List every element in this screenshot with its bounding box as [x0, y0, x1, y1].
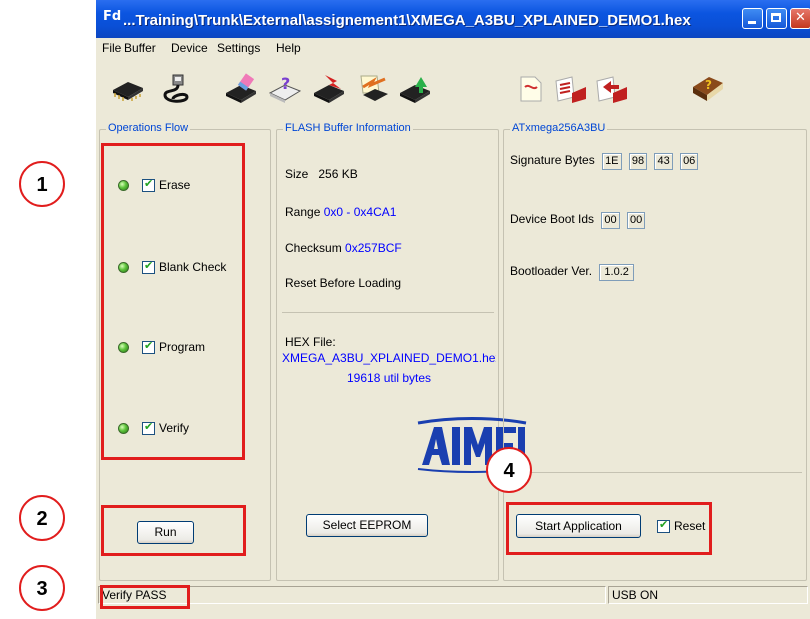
bootloader-row: Bootloader Ver. 1.0.2	[510, 264, 634, 281]
svg-text:?: ?	[281, 74, 290, 93]
menu-buffer[interactable]: Buffer	[124, 41, 156, 55]
signature-byte-field: 98	[628, 153, 648, 170]
load-file-icon[interactable]	[551, 72, 591, 106]
flash-divider	[282, 312, 494, 313]
blank-check-chip-icon[interactable]: ?	[266, 72, 306, 106]
boot-id-field: 00	[626, 212, 646, 229]
signature-byte-field: 1E	[602, 153, 622, 170]
flash-buffer-title: FLASH Buffer Information	[283, 122, 413, 134]
svg-text:?: ?	[705, 78, 712, 92]
boot-ids-label: Device Boot Ids	[510, 212, 595, 226]
help-book-icon[interactable]: ?	[688, 72, 728, 106]
annotation-callout-1: 1	[19, 161, 65, 207]
window-title: ...Training\Trunk\External\assignement1\…	[123, 12, 691, 29]
menu-help[interactable]: Help	[276, 41, 301, 55]
size-label: Size	[285, 167, 309, 181]
title-bar[interactable]: Fd ...Training\Trunk\External\assignemen…	[96, 0, 810, 38]
menu-device[interactable]: Device	[171, 41, 208, 55]
usb-cable-icon[interactable]	[156, 72, 196, 106]
signature-byte-field: 06	[680, 153, 699, 170]
erase-chip-icon[interactable]	[222, 72, 262, 106]
annotation-box-3	[100, 585, 190, 609]
hex-file-label: HEX File:	[285, 335, 336, 349]
device-title: ATxmega256A3BU	[510, 122, 608, 134]
size-value: 256 KB	[318, 167, 358, 181]
boot-ids-row: Device Boot Ids 00 00	[510, 212, 646, 229]
range-label: Range	[285, 205, 321, 219]
flash-checksum: Checksum 0x257BCF	[285, 241, 402, 255]
chip-icon[interactable]	[108, 72, 148, 106]
minimize-button[interactable]	[742, 8, 763, 29]
signature-bytes-label: Signature Bytes	[510, 153, 595, 167]
close-button[interactable]	[790, 8, 810, 29]
device-divider	[508, 472, 802, 473]
range-value: 0x0 - 0x4CA1	[323, 205, 397, 219]
annotation-callout-2: 2	[19, 495, 65, 541]
save-file-icon[interactable]	[592, 72, 632, 106]
select-eeprom-button[interactable]: Select EEPROM	[306, 514, 428, 537]
flash-size: Size 256 KB	[285, 167, 358, 181]
reset-before-loading-label: Reset Before Loading	[285, 276, 402, 290]
signature-bytes-row: Signature Bytes 1E 98 43 06	[510, 153, 699, 170]
util-bytes-value: 19618 util bytes	[347, 371, 432, 385]
usb-status: USB ON	[608, 586, 808, 604]
boot-id-field: 00	[601, 212, 620, 229]
maximize-button[interactable]	[766, 8, 787, 29]
menu-bar: File Buffer Device Settings Help	[96, 38, 810, 58]
menu-file[interactable]: File	[102, 41, 121, 55]
annotation-callout-3: 3	[19, 565, 65, 611]
verify-chip-icon[interactable]	[354, 72, 394, 106]
flash-range: Range 0x0 - 0x4CA1	[285, 205, 396, 219]
hex-file-name: XMEGA_A3BU_XPLAINED_DEMO1.hex	[282, 351, 496, 365]
checksum-label: Checksum	[285, 241, 342, 255]
bootloader-version-field: 1.0.2	[599, 264, 634, 281]
program-chip-icon[interactable]	[310, 72, 350, 106]
annotation-callout-4: 4	[486, 447, 532, 493]
annotation-box-4	[506, 502, 712, 555]
checksum-value: 0x257BCF	[345, 241, 402, 255]
read-chip-icon[interactable]	[396, 72, 436, 106]
operations-flow-title: Operations Flow	[106, 122, 191, 134]
bootloader-label: Bootloader Ver.	[510, 264, 593, 278]
menu-settings[interactable]: Settings	[217, 41, 260, 55]
annotation-box-2	[101, 505, 246, 556]
status-bar: Verify PASS USB ON	[96, 584, 810, 606]
signature-byte-field: 43	[654, 153, 673, 170]
app-icon: Fd	[103, 9, 122, 24]
annotation-box-1	[101, 143, 245, 460]
document-icon[interactable]	[510, 72, 550, 106]
